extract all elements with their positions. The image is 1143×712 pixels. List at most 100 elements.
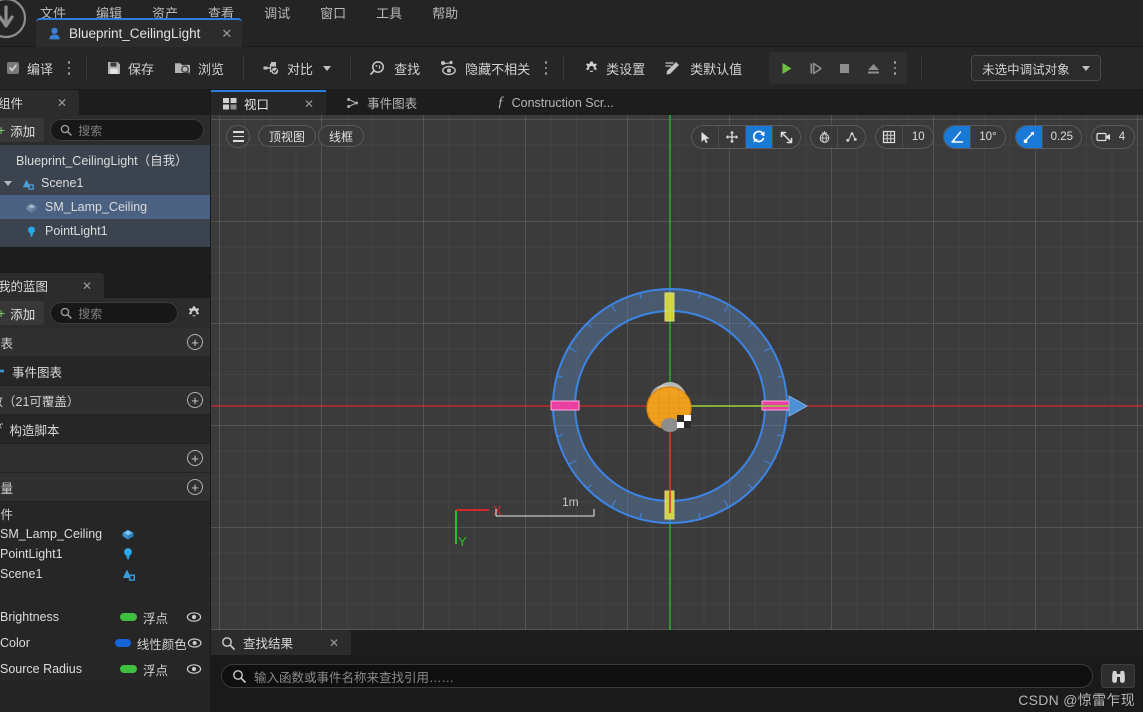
variable-type-pill — [120, 613, 137, 621]
eye-icon[interactable] — [187, 635, 202, 651]
tab-construction-script[interactable]: ƒ Construction Scr... — [485, 90, 626, 115]
tree-row-sm-lamp-ceiling[interactable]: SM_Lamp_Ceiling — [0, 195, 210, 219]
tab-find-results-close-icon[interactable]: ✕ — [329, 636, 339, 650]
tree-row-pointlight1[interactable]: PointLight1 — [0, 219, 210, 243]
add-function-button[interactable]: + — [187, 392, 203, 408]
myblueprint-add-button[interactable]: + 添加 — [0, 301, 45, 325]
menu-item-tools[interactable]: 工具 — [374, 1, 404, 24]
document-tab-blueprint[interactable]: Blueprint_CeilingLight ✕ — [36, 18, 243, 47]
viewport-view-mode-button[interactable]: 顶视图 — [258, 125, 317, 147]
svg-text:Y: Y — [458, 534, 467, 549]
eye-icon[interactable] — [186, 661, 202, 677]
components-add-button[interactable]: + 添加 — [0, 118, 45, 142]
camera-speed-toggle[interactable] — [1092, 126, 1116, 148]
stop-button[interactable] — [831, 55, 858, 82]
play-options-button[interactable] — [889, 53, 901, 83]
panel-splitter[interactable] — [0, 247, 210, 273]
scale-tool-button[interactable] — [773, 126, 800, 148]
class-defaults-button[interactable]: 类默认值 — [656, 52, 751, 84]
viewport-menu-button[interactable] — [226, 125, 250, 148]
select-tool-button[interactable] — [692, 126, 720, 148]
item-construction-script[interactable]: ƒ 构造脚本 — [0, 415, 210, 444]
hide-unrelated-button[interactable]: 隐藏不相关 — [431, 52, 539, 84]
eye-icon[interactable] — [186, 609, 202, 625]
step-button[interactable] — [802, 55, 829, 82]
camera-icon — [1096, 132, 1110, 142]
unreal-engine-logo-icon[interactable] — [0, 0, 38, 42]
component-var-pointlight1[interactable]: PointLight1 — [0, 544, 210, 564]
section-graphs[interactable]: 图表 + — [0, 328, 210, 357]
myblueprint-tab-close-icon[interactable]: ✕ — [82, 279, 92, 293]
components-tab-close-icon[interactable]: ✕ — [57, 96, 67, 110]
move-tool-button[interactable] — [719, 126, 747, 148]
browse-label: 浏览 — [198, 61, 225, 77]
debug-object-dropdown[interactable]: 未选中调试对象 — [971, 55, 1101, 81]
world-coords-button[interactable] — [811, 126, 839, 148]
document-tab-close-icon[interactable]: ✕ — [221, 26, 232, 42]
section-macros[interactable]: 宏 + — [0, 444, 210, 473]
variable-row-source-radius[interactable]: Source Radius 浮点 — [0, 656, 210, 682]
angle-snap-value[interactable]: 10° — [971, 126, 1004, 148]
browse-button[interactable]: 浏览 — [165, 52, 233, 84]
find-reference-input[interactable]: 输入函数或事件名称来查找引用…… — [221, 664, 1093, 688]
compile-options-button[interactable] — [63, 53, 75, 83]
menu-item-window[interactable]: 窗口 — [318, 1, 348, 24]
scale-snap-value[interactable]: 0.25 — [1043, 126, 1081, 148]
myblueprint-settings-button[interactable] — [184, 303, 204, 323]
compile-button[interactable]: 编译 — [1, 52, 62, 84]
tab-components[interactable]: 组件 ✕ — [0, 90, 80, 115]
grid-snap-toggle[interactable] — [876, 126, 904, 148]
section-variables[interactable]: 变量 + — [0, 473, 210, 502]
add-macro-button[interactable]: + — [187, 450, 203, 466]
variable-row-color[interactable]: Color 线性颜色 — [0, 630, 210, 656]
search-icon — [60, 307, 72, 319]
variable-row-brightness[interactable]: Brightness 浮点 — [0, 604, 210, 630]
grid-snap-value[interactable]: 10 — [903, 126, 933, 148]
tree-row-self[interactable]: Blueprint_CeilingLight（自我） — [0, 147, 210, 171]
section-functions[interactable]: 函数（21可覆盖） + — [0, 386, 210, 415]
viewport-render-mode-button[interactable]: 线框 — [318, 125, 365, 147]
tab-viewport-close-icon[interactable]: ✕ — [304, 97, 314, 111]
toolbar-separator-3 — [350, 55, 352, 81]
eject-button[interactable] — [860, 55, 887, 82]
viewport-3d[interactable]: 顶视图 线框 10 10° 0.25 4 X Y 1m — [211, 115, 1143, 630]
component-var-scene1[interactable]: Scene1 — [0, 564, 210, 584]
components-search-input[interactable]: 搜索 — [50, 119, 204, 141]
hide-unrelated-options-button[interactable] — [540, 53, 552, 83]
add-variable-button[interactable]: + — [187, 479, 203, 495]
expander-triangle-icon[interactable] — [4, 180, 12, 186]
components-panel-tabbar: 组件 ✕ — [0, 90, 210, 115]
surface-snap-button[interactable] — [838, 126, 865, 148]
component-tree: Blueprint_CeilingLight（自我） Scene1 SM_Lam… — [0, 145, 210, 247]
tab-viewport[interactable]: 视口 ✕ — [211, 90, 327, 115]
diff-button[interactable]: 对比 — [254, 52, 340, 84]
add-graph-button[interactable]: + — [187, 334, 203, 350]
tab-event-graph[interactable]: 事件图表 — [334, 90, 429, 115]
compile-label: 编译 — [27, 61, 54, 77]
function-icon: ƒ — [0, 421, 4, 438]
editor-tabbar: 视口 ✕ 事件图表 ƒ Construction Scr... — [211, 90, 1143, 115]
play-button[interactable] — [773, 55, 800, 82]
camera-speed-value[interactable]: 4 — [1116, 126, 1134, 148]
class-settings-button[interactable]: 类设置 — [574, 52, 654, 84]
myblueprint-search-input[interactable]: 搜索 — [50, 302, 178, 324]
scale-snap-toggle[interactable] — [1015, 126, 1043, 148]
tab-myblueprint[interactable]: 我的蓝图 ✕ — [0, 273, 105, 298]
tree-row-scene1[interactable]: Scene1 — [0, 171, 210, 195]
menu-item-help[interactable]: 帮助 — [430, 1, 460, 24]
toolbar-separator — [86, 55, 88, 81]
components-panel-toolbar: + 添加 搜索 — [0, 115, 210, 145]
tab-find-results[interactable]: 查找结果 ✕ — [211, 630, 352, 655]
rotate-tool-button[interactable] — [746, 126, 774, 148]
find-in-blueprints-button[interactable] — [1101, 664, 1135, 688]
scene-component-icon — [123, 569, 136, 581]
save-button[interactable]: 保存 — [97, 52, 163, 84]
static-mesh-icon — [122, 529, 134, 540]
item-event-graph[interactable]: 事件图表 — [0, 357, 210, 386]
menu-item-debug[interactable]: 调试 — [262, 1, 292, 24]
svg-text:1m: 1m — [562, 495, 579, 509]
chevron-down-icon — [323, 65, 332, 71]
angle-snap-toggle[interactable] — [944, 126, 972, 148]
component-var-sm-lamp-ceiling[interactable]: SM_Lamp_Ceiling — [0, 524, 210, 544]
find-button[interactable]: 查找 — [361, 52, 429, 84]
